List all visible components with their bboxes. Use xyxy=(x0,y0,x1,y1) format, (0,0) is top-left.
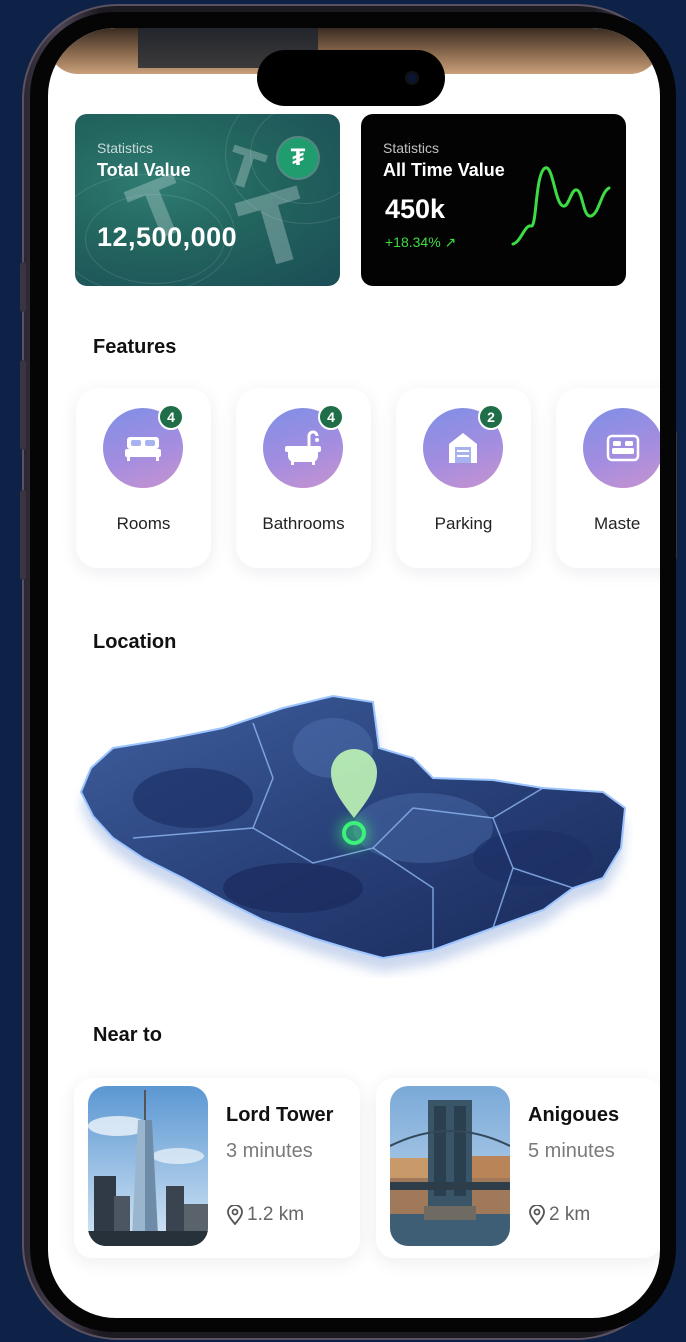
place-travel-time: 3 minutes xyxy=(226,1140,313,1162)
tether-icon: ₮ xyxy=(278,138,318,178)
place-photo xyxy=(390,1086,510,1246)
place-distance-value: 1.2 km xyxy=(247,1204,305,1225)
total-value-card[interactable]: T T T Statistics Total Value 12,500,000 … xyxy=(75,114,340,286)
value-change: +18.34% ↗ xyxy=(385,234,457,250)
place-photo xyxy=(88,1086,208,1246)
place-name: Lord Tower xyxy=(226,1104,334,1126)
bed-icon xyxy=(125,437,161,461)
place-distance-value: 2 km xyxy=(549,1204,591,1225)
master-bed-icon xyxy=(606,434,640,462)
feature-count-badge: 2 xyxy=(478,404,504,430)
location-pin-icon xyxy=(227,1205,243,1225)
nearby-place-card[interactable]: Anigoues 5 minutes 2 km xyxy=(376,1078,660,1258)
garage-icon xyxy=(449,433,477,463)
feature-label: Maste xyxy=(594,514,641,533)
place-name: Anigoues xyxy=(528,1104,620,1126)
feature-card-parking[interactable]: 2 Parking xyxy=(396,388,531,568)
bathtub-icon xyxy=(285,430,321,465)
location-map[interactable] xyxy=(73,688,633,978)
feature-count-badge: 4 xyxy=(158,404,184,430)
location-heading: Location xyxy=(93,631,177,653)
feature-label: Rooms xyxy=(116,514,171,533)
place-distance: 1.2 km xyxy=(226,1204,304,1226)
all-time-value-card[interactable]: Statistics All Time Value 450k +18.34% ↗ xyxy=(361,114,626,286)
feature-label: Bathrooms xyxy=(262,514,345,533)
location-pin-icon xyxy=(529,1205,545,1225)
feature-label: Parking xyxy=(434,514,493,533)
near-to-heading: Near to xyxy=(93,1024,162,1046)
region-map xyxy=(79,694,627,972)
volume-down-button xyxy=(20,360,26,450)
feature-count-badge: 4 xyxy=(318,404,344,430)
nearby-place-card[interactable]: Lord Tower 3 minutes 1.2 km xyxy=(74,1078,360,1258)
place-travel-time: 5 minutes xyxy=(528,1140,615,1162)
feature-icon-circle xyxy=(583,408,660,488)
all-time-value: 450k xyxy=(385,194,446,224)
dynamic-island xyxy=(257,50,445,106)
feature-card-bathrooms[interactable]: 4 Bathrooms xyxy=(236,388,371,568)
place-distance: 2 km xyxy=(528,1204,590,1226)
app-screen: T T T Statistics Total Value 12,500,000 … xyxy=(48,28,660,1318)
trend-sparkline xyxy=(511,166,611,246)
features-heading: Features xyxy=(93,336,177,358)
feature-card-master[interactable]: Maste xyxy=(556,388,660,568)
volume-up-button xyxy=(20,262,26,312)
total-value: 12,500,000 xyxy=(97,222,238,252)
silent-switch xyxy=(20,490,26,580)
feature-card-rooms[interactable]: 4 Rooms xyxy=(76,388,211,568)
